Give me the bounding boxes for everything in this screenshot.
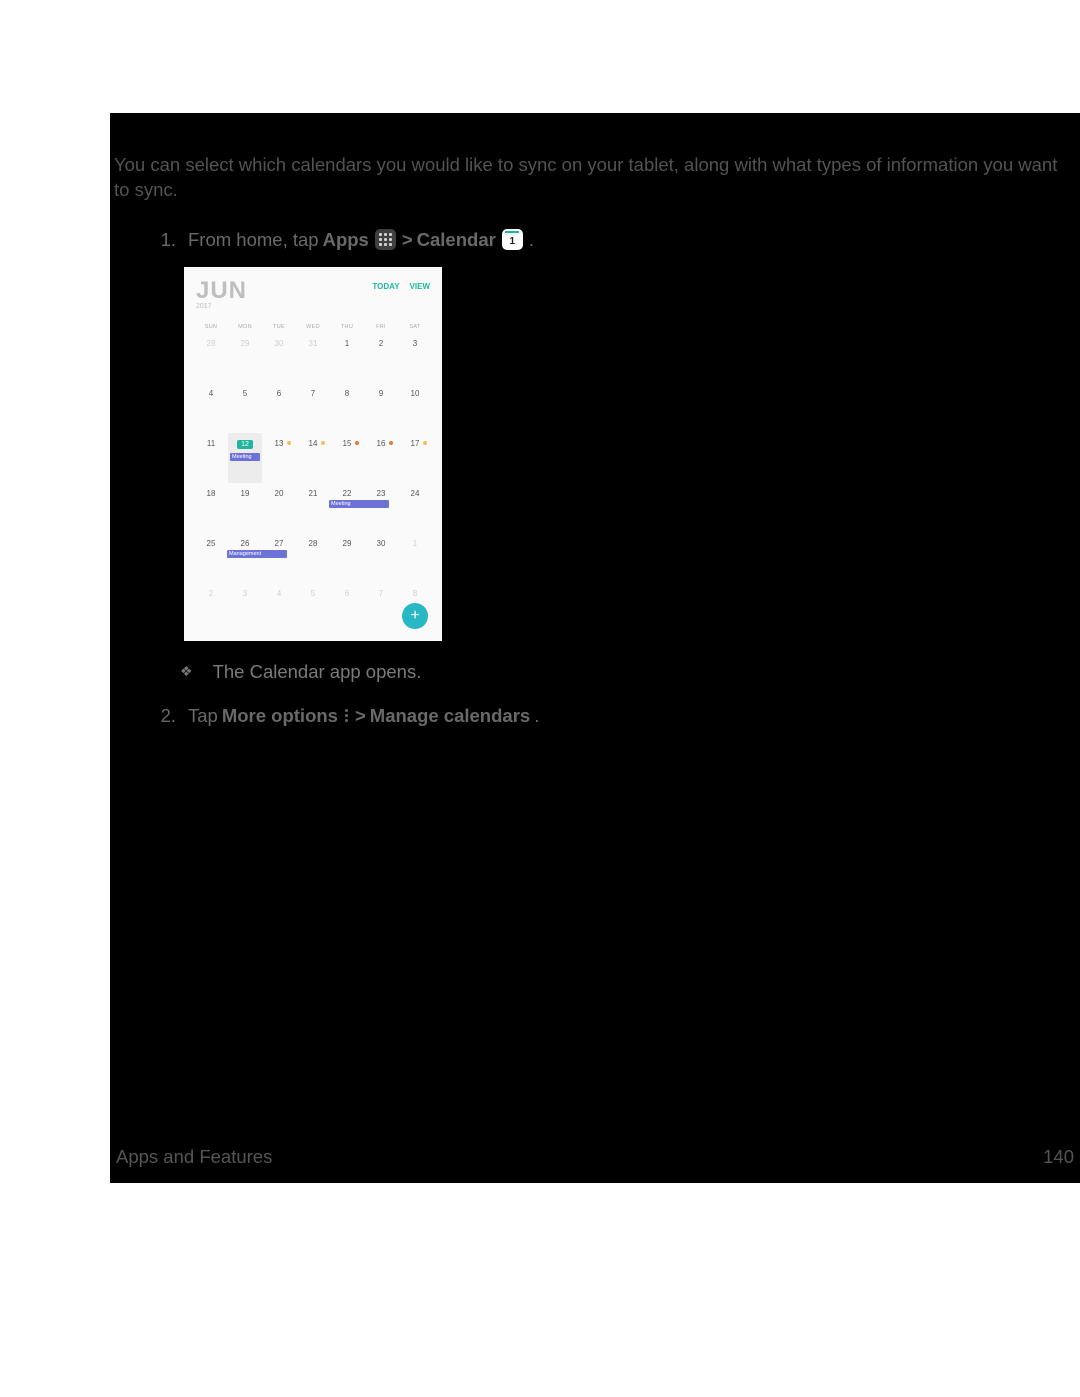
calendar-day[interactable]: 14	[296, 433, 330, 483]
calendar-day[interactable]: 22Meeting	[330, 483, 364, 533]
calendar-day[interactable]: 24	[398, 483, 432, 533]
calendar-day[interactable]: 17	[398, 433, 432, 483]
calendar-day[interactable]: 30	[364, 533, 398, 583]
step-2-number: 2.	[154, 705, 176, 727]
calendar-day[interactable]: 31	[296, 333, 330, 383]
calendar-day[interactable]: 29	[228, 333, 262, 383]
calendar-day[interactable]: 6	[262, 383, 296, 433]
calendar-day[interactable]: 25	[194, 533, 228, 583]
weekday-header: SUNMONTUEWEDTHUFRISAT	[184, 310, 442, 333]
calendar-grid: 28293031123456789101112Meeting1314151617…	[184, 333, 442, 633]
calendar-day[interactable]: 21	[296, 483, 330, 533]
calendar-day[interactable]: 7	[364, 583, 398, 633]
view-button[interactable]: VIEW	[410, 282, 430, 291]
calendar-event[interactable]: Meeting	[230, 453, 260, 461]
calendar-day[interactable]: 10	[398, 383, 432, 433]
calendar-month: JUN	[196, 277, 247, 305]
calendar-day[interactable]: 11	[194, 433, 228, 483]
manage-calendars-label: Manage calendars	[370, 705, 530, 727]
calendar-day[interactable]: 13	[262, 433, 296, 483]
footer-section: Apps and Features	[116, 1146, 272, 1168]
step-1: 1. From home, tap Apps > Calendar 1 .	[110, 229, 1080, 251]
step-1-text-a: From home, tap	[188, 229, 319, 251]
calendar-day[interactable]: 2	[194, 583, 228, 633]
diamond-icon: ❖	[180, 663, 193, 680]
calendar-day[interactable]: 30	[262, 333, 296, 383]
apps-icon	[375, 229, 396, 250]
step-2: 2. Tap More options > Manage calendars .	[110, 705, 1080, 727]
calendar-day[interactable]: 18	[194, 483, 228, 533]
weekday: MON	[228, 324, 262, 330]
calendar-day[interactable]: 4	[262, 583, 296, 633]
step-2-text-a: Tap	[188, 705, 218, 727]
calendar-day[interactable]: 5	[228, 383, 262, 433]
calendar-screenshot: JUN 2017 TODAY VIEW SUNMONTUEWEDTHUFRISA…	[184, 267, 442, 641]
calendar-day[interactable]: 26Management	[228, 533, 262, 583]
calendar-day[interactable]: 7	[296, 383, 330, 433]
calendar-day[interactable]: 3	[228, 583, 262, 633]
step-1-number: 1.	[154, 229, 176, 251]
more-options-icon	[345, 709, 348, 722]
calendar-day[interactable]: 4	[194, 383, 228, 433]
weekday: WED	[296, 324, 330, 330]
weekday: FRI	[364, 324, 398, 330]
calendar-day[interactable]: 20	[262, 483, 296, 533]
calendar-day[interactable]: 1	[330, 333, 364, 383]
step-1-result: ❖ The Calendar app opens.	[110, 661, 1080, 683]
calendar-day[interactable]: 16	[364, 433, 398, 483]
calendar-day[interactable]: 28	[296, 533, 330, 583]
more-options-label: More options	[222, 705, 338, 727]
footer-page: 140	[1043, 1146, 1074, 1168]
calendar-day[interactable]: 2	[364, 333, 398, 383]
apps-label: Apps	[323, 229, 369, 251]
calendar-day[interactable]: 23	[364, 483, 398, 533]
calendar-day[interactable]: 15	[330, 433, 364, 483]
calendar-day[interactable]: 5	[296, 583, 330, 633]
calendar-day[interactable]: 3	[398, 333, 432, 383]
calendar-day[interactable]: 27	[262, 533, 296, 583]
calendar-day[interactable]: 29	[330, 533, 364, 583]
calendar-label: Calendar	[417, 229, 496, 251]
gt-2: >	[355, 705, 366, 727]
weekday: THU	[330, 324, 364, 330]
weekday: SUN	[194, 324, 228, 330]
calendar-day[interactable]: 28	[194, 333, 228, 383]
step-2-end: .	[534, 705, 539, 727]
calendar-day[interactable]: 8	[330, 383, 364, 433]
weekday: SAT	[398, 324, 432, 330]
calendar-day[interactable]: 6	[330, 583, 364, 633]
intro-text: You can select which calendars you would…	[110, 113, 1080, 203]
calendar-day[interactable]: 19	[228, 483, 262, 533]
gt-1: >	[402, 229, 413, 251]
calendar-day[interactable]: 12Meeting	[228, 433, 262, 483]
step-1-end: .	[529, 229, 534, 251]
calendar-icon: 1	[502, 229, 523, 250]
today-button[interactable]: TODAY	[372, 282, 399, 291]
calendar-day[interactable]: 9	[364, 383, 398, 433]
calendar-day[interactable]: 1	[398, 533, 432, 583]
step-1-result-text: The Calendar app opens.	[213, 661, 422, 683]
add-event-fab[interactable]: +	[402, 603, 428, 629]
weekday: TUE	[262, 324, 296, 330]
